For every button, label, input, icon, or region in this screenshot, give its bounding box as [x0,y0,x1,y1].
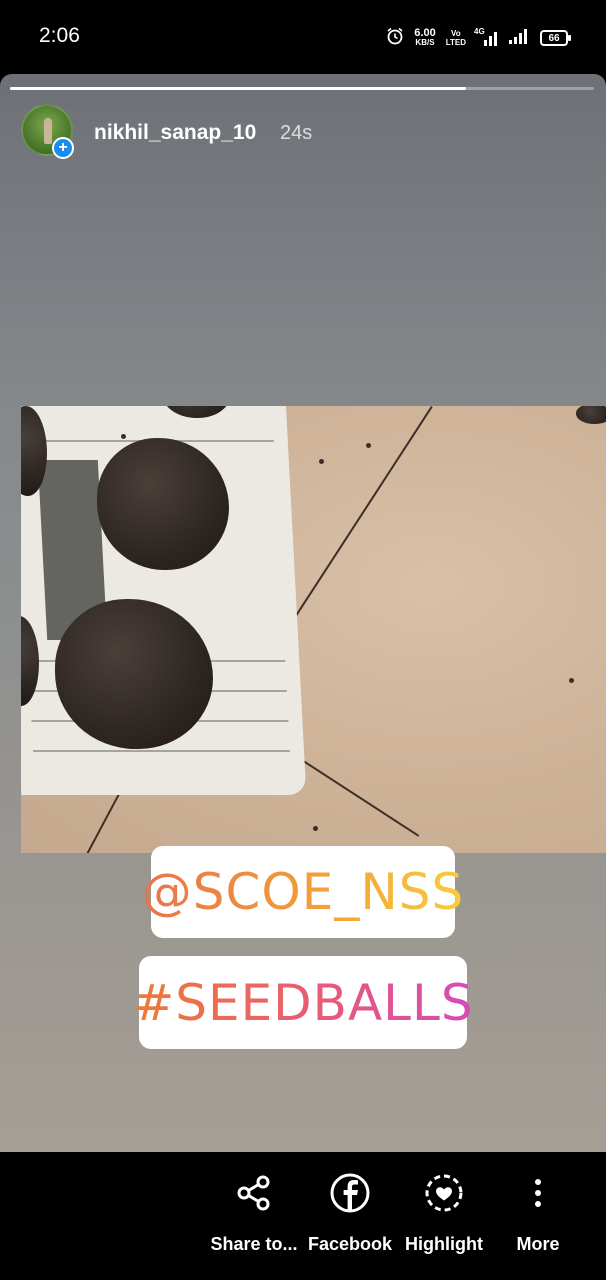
signal-icon: 4G [474,27,498,47]
more-label: More [516,1234,560,1254]
highlight-button[interactable]: Highlight [400,1172,488,1255]
alarm-icon [386,27,404,50]
avatar-figure [44,118,52,144]
volte-top: Vo [451,29,461,38]
soil-speck [121,434,126,439]
add-plus-icon[interactable]: + [52,137,74,159]
share-label: Share to... [210,1234,298,1254]
story-photo [21,406,606,853]
highlight-icon [423,1172,465,1214]
facebook-button[interactable]: Facebook [306,1172,394,1255]
status-icons: 6.00 KB/S Vo LTED 4G 66 [386,26,571,50]
volte-indicator: Vo LTED [446,29,466,47]
hashtag-text: #SEEDBALLS [132,973,474,1032]
share-button[interactable]: Share to... [210,1172,298,1255]
soil-speck [313,826,318,831]
soil-speck [319,459,324,464]
story-viewer[interactable]: + nikhil_sanap_10 24s @SCOE_NSS #SEEDBAL [0,74,606,1152]
share-icon [233,1172,275,1214]
signal-icon [508,27,530,50]
status-bar: 2:06 6.00 KB/S Vo LTED 4G 66 [0,0,606,74]
facebook-label: Facebook [307,1234,393,1254]
hashtag-sticker[interactable]: #SEEDBALLS [132,956,473,1049]
mention-sticker[interactable]: @SCOE_NSS [142,846,463,938]
net-speed-value: 6.00 [414,27,436,39]
username[interactable]: nikhil_sanap_10 [94,121,256,145]
newspaper-text [32,750,291,752]
tile-grout [82,790,122,853]
story-progress-bar [10,87,594,90]
net-speed: 6.00 KB/S [414,27,436,48]
battery-icon: 66 [540,30,571,46]
mention-text: @SCOE_NSS [141,863,465,921]
network-type: 4G [474,27,485,36]
highlight-label: Highlight [405,1234,483,1254]
net-speed-unit: KB/S [415,38,435,47]
soil-speck [569,678,574,683]
more-vertical-icon [517,1172,559,1214]
story-actions-bar: Share to... Facebook Highlight More [0,1152,606,1280]
facebook-icon [329,1172,371,1214]
soil-speck [366,443,371,448]
story-progress-fill [10,87,466,90]
story-timestamp: 24s [280,122,313,144]
more-button[interactable]: More [500,1172,576,1255]
seed-ball [576,406,606,424]
volte-bottom: LTED [445,38,466,47]
status-time: 2:06 [39,24,80,47]
